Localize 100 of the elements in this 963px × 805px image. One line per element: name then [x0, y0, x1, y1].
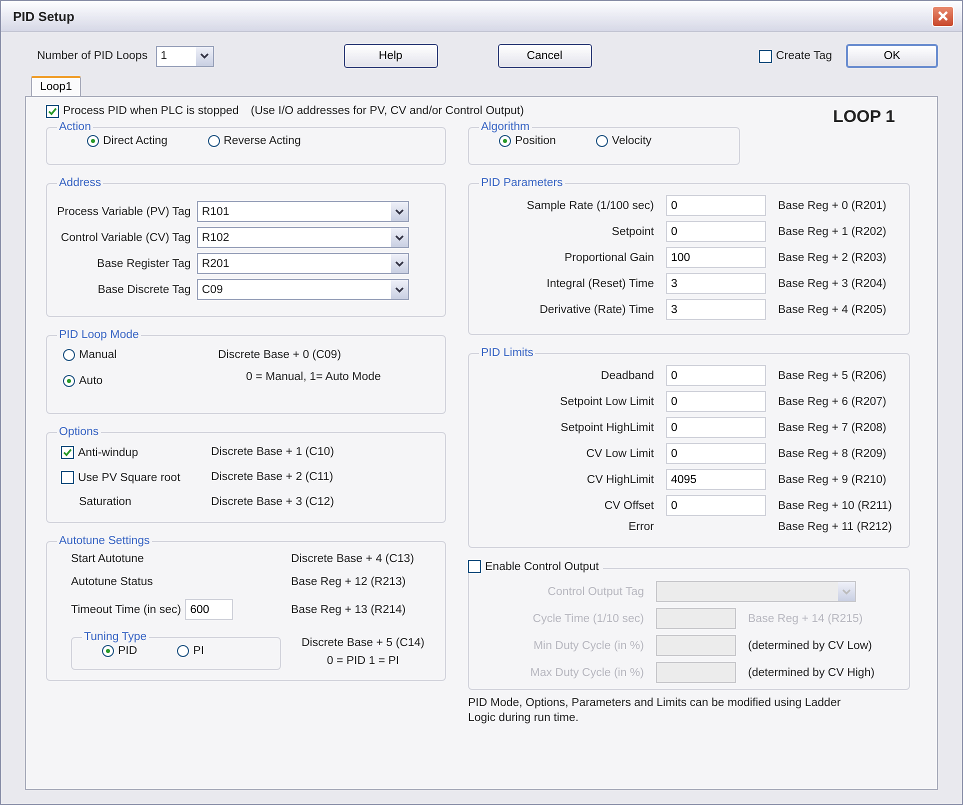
option-checkbox[interactable]: Anti-windup [61, 446, 211, 459]
radio-option[interactable]: Manual [63, 349, 218, 361]
create-tag-checkbox[interactable]: Create Tag [758, 50, 832, 62]
field-label: CV Offset [603, 500, 654, 512]
value-input[interactable]: 0 [666, 443, 766, 464]
chevron-down-icon [394, 208, 404, 214]
chevron-down-icon [200, 53, 209, 59]
radio-option[interactable]: PID [102, 645, 138, 657]
address-text: Discrete Base + 1 (C10) [211, 446, 336, 459]
group-title: Autotune Settings [58, 535, 151, 547]
field-label: Max Duty Cycle (in %) [529, 666, 644, 678]
field-label: Setpoint [610, 226, 654, 238]
field-label: Proportional Gain [564, 252, 654, 264]
address-text: Base Reg + 12 (R213) [291, 576, 407, 588]
radio-option[interactable]: PI [177, 645, 204, 657]
value-input[interactable]: 100 [666, 247, 766, 268]
field-label: Integral (Reset) Time [546, 278, 654, 290]
group-title: PID Limits [480, 347, 534, 359]
option-checkbox[interactable]: Use PV Square root [61, 471, 211, 484]
address-text: Base Reg + 2 (R203) [778, 252, 888, 264]
value-input[interactable]: 0 [666, 391, 766, 412]
field-label: Control Variable (CV) Tag [60, 232, 191, 244]
tag-dropdown[interactable]: R201 [196, 253, 409, 274]
chevron-down-icon [394, 286, 404, 292]
process-note: (Use I/O addresses for PV, CV and/or Control Output) [250, 105, 524, 117]
value-input[interactable]: 0 [666, 365, 766, 386]
timeout-input[interactable]: 600 [185, 599, 234, 620]
group-title: Algorithm [480, 121, 531, 133]
tag-dropdown[interactable]: R102 [196, 227, 409, 248]
tag-dropdown[interactable]: C09 [196, 279, 409, 300]
ok-button[interactable]: OK [846, 44, 938, 68]
address-text: Base Reg + 13 (R214) [291, 604, 407, 616]
loops-dropdown[interactable]: 1 [156, 46, 214, 66]
setting-label: Timeout Time (in sec) [71, 604, 182, 616]
radio-option[interactable]: Auto [63, 375, 218, 387]
footer-note: PID Mode, Options, Parameters and Limits can be modified using Ladder Logic during run time. [468, 696, 842, 726]
address-text: Base Reg + 6 (R207) [778, 396, 888, 408]
loop-tab[interactable]: Loop1 [31, 76, 81, 96]
group-title: PID Loop Mode [58, 329, 140, 341]
radio-option[interactable]: Velocity [596, 135, 652, 147]
field-label: Setpoint Low Limit [559, 396, 654, 408]
help-button[interactable]: Help [344, 44, 438, 68]
field-label: Base Discrete Tag [96, 284, 191, 296]
value-input[interactable]: 0 [666, 195, 766, 216]
address-text: Base Reg + 3 (R204) [778, 278, 888, 290]
field-label: CV HighLimit [586, 474, 654, 486]
address-text: Base Reg + 7 (R208) [778, 422, 888, 434]
legend-text: 0 = PID 1 = PI [326, 655, 400, 667]
chevron-down-icon [394, 234, 404, 240]
value-input[interactable]: 4095 [666, 469, 766, 490]
process-pid-checkbox[interactable]: Process PID when PLC is stopped [46, 104, 239, 118]
field-label: Deadband [600, 370, 654, 382]
address-text: Discrete Base + 4 (C13) [291, 553, 416, 565]
window-title: PID Setup [13, 8, 74, 24]
address-text: Discrete Base + 0 (C09) [218, 349, 342, 361]
setting-label: Start Autotune [71, 553, 144, 565]
note-text: (determined by CV Low) [748, 640, 873, 652]
field-label: Error [627, 521, 654, 533]
field-label: Control Output Tag [546, 586, 644, 598]
option-label: Saturation [78, 496, 132, 508]
check-icon [48, 106, 57, 116]
note-text: Base Reg + 14 (R215) [748, 612, 864, 624]
address-text: Base Reg + 9 (R210) [778, 474, 888, 486]
note-text: (determined by CV High) [748, 666, 876, 678]
address-text: Base Reg + 4 (R205) [778, 304, 888, 316]
cancel-button[interactable]: Cancel [498, 44, 592, 68]
value-input[interactable]: 0 [666, 417, 766, 438]
address-text: Base Reg + 10 (R211) [778, 500, 893, 512]
chevron-down-icon [842, 588, 851, 594]
radio-option[interactable]: Reverse Acting [208, 135, 301, 147]
group-title: Options [58, 426, 100, 438]
field-label: Cycle Time (1/10 sec) [532, 612, 644, 624]
value-input[interactable]: 3 [666, 299, 766, 320]
value-input[interactable]: 0 [666, 221, 766, 242]
field-label: Base Register Tag [96, 258, 191, 270]
field-label: Sample Rate (1/100 sec) [526, 200, 654, 212]
legend-text: 0 = Manual, 1= Auto Mode [245, 371, 381, 383]
tag-dropdown[interactable]: R101 [196, 201, 409, 222]
address-text: Discrete Base + 5 (C14) [301, 637, 425, 649]
field-label: CV Low Limit [585, 448, 654, 460]
loop-title: LOOP 1 [832, 107, 895, 127]
close-button[interactable] [932, 6, 954, 26]
value-input[interactable]: 3 [666, 273, 766, 294]
radio-option[interactable]: Direct Acting [87, 135, 168, 147]
address-text: Discrete Base + 3 (C12) [211, 496, 336, 508]
field-label: Min Duty Cycle (in %) [532, 640, 644, 652]
address-text: Base Reg + 5 (R206) [778, 370, 888, 382]
field-label: Setpoint HighLimit [560, 422, 654, 434]
value-input[interactable]: 0 [666, 495, 766, 516]
group-title: Address [58, 177, 102, 189]
group-title: Tuning Type [83, 631, 148, 643]
radio-option[interactable]: Position [499, 135, 556, 147]
close-icon [937, 10, 949, 22]
address-text: Discrete Base + 2 (C11) [211, 471, 334, 484]
group-title: PID Parameters [480, 177, 564, 189]
group-title: Action [58, 121, 92, 133]
field-label: Process Variable (PV) Tag [57, 206, 191, 218]
field-label: Derivative (Rate) Time [538, 304, 654, 316]
loops-label: Number of PID Loops [37, 50, 148, 62]
address-text: Base Reg + 0 (R201) [778, 200, 888, 212]
